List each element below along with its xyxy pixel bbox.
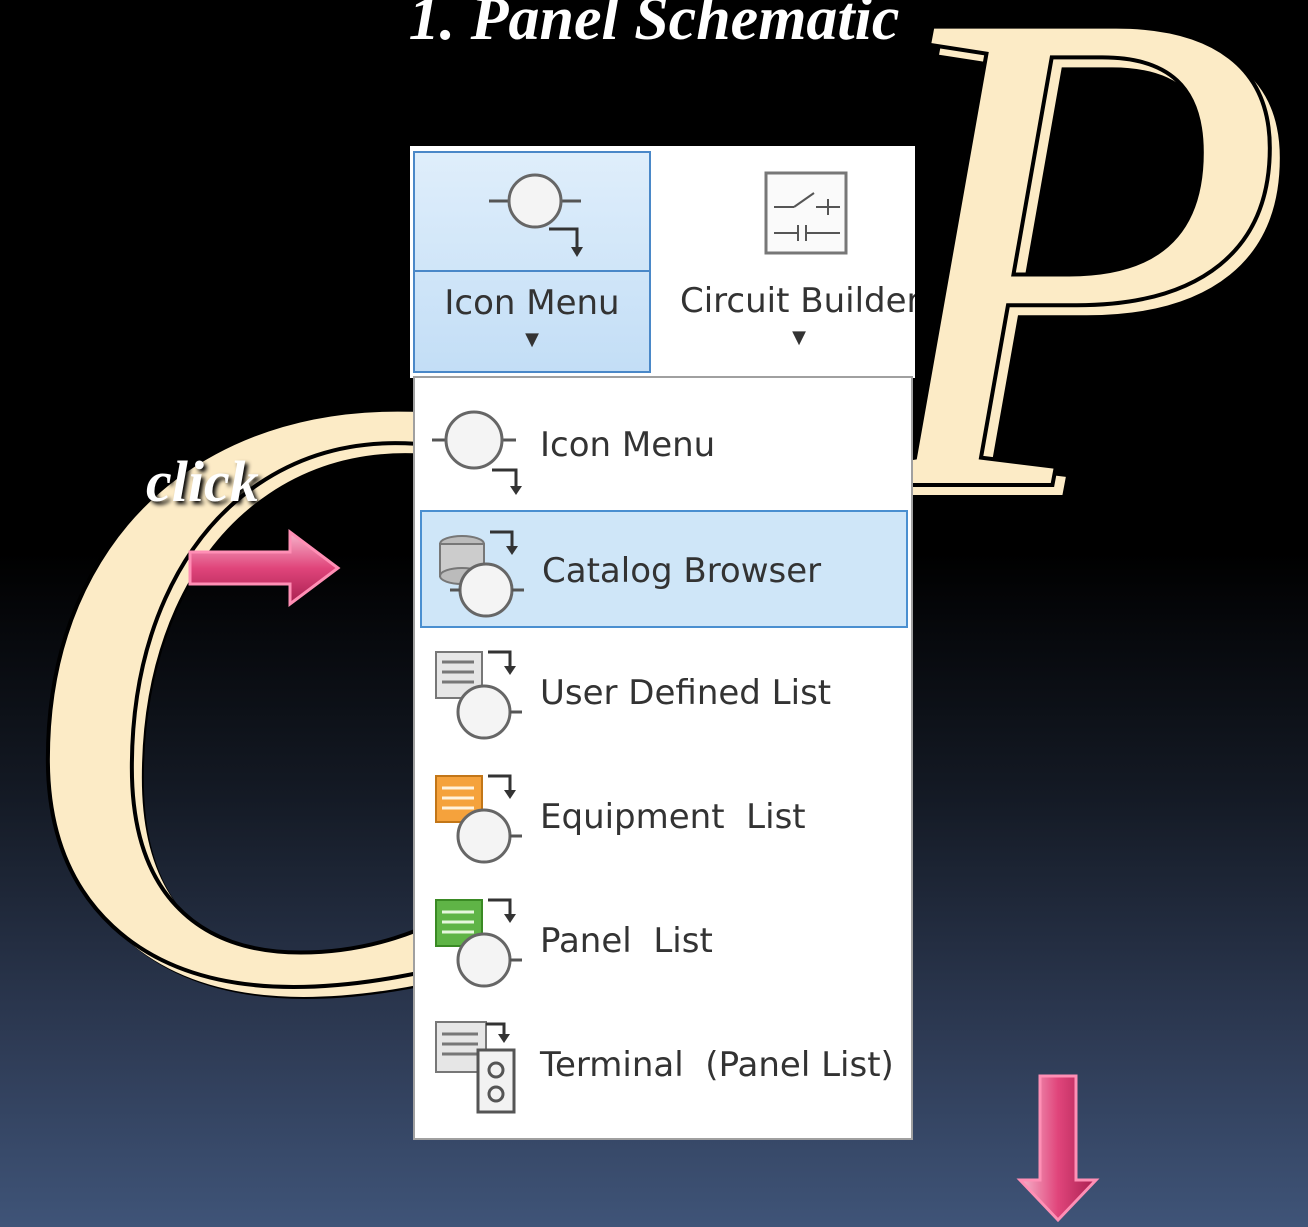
icon-menu-button[interactable]: Icon Menu ▼ xyxy=(413,151,651,373)
chevron-down-icon[interactable]: ▼ xyxy=(415,329,649,350)
menu-item-label: Catalog Browser xyxy=(542,551,822,591)
circuit-builder-icon xyxy=(764,171,848,255)
slide-title: 1. Panel Schematic xyxy=(408,0,900,53)
right-arrow-icon xyxy=(188,529,341,607)
equipment-list-icon xyxy=(435,774,522,864)
menu-item-label: Panel List xyxy=(540,921,713,961)
icon-menu-label: Icon Menu xyxy=(444,283,620,323)
click-label: click xyxy=(146,449,259,514)
icon-menu-icon xyxy=(432,410,522,495)
catalog-browser-icon xyxy=(439,530,524,618)
menu-item-equipment-list[interactable]: Equipment List xyxy=(420,758,908,876)
circuit-builder-label: Circuit Builder xyxy=(680,281,915,321)
icon-menu-dropdown: Icon Menu Catalog Browser User Defined L… xyxy=(413,376,913,1140)
menu-item-icon-menu[interactable]: Icon Menu xyxy=(420,386,908,504)
down-arrow-icon xyxy=(1016,1074,1100,1223)
panel-list-icon xyxy=(435,898,522,988)
circuit-builder-button[interactable]: Circuit Builder ▼ xyxy=(680,151,915,373)
menu-item-label: Terminal (Panel List) xyxy=(540,1045,894,1085)
icon-menu-icon xyxy=(489,173,583,257)
user-defined-list-icon xyxy=(435,650,522,740)
menu-item-user-defined-list[interactable]: User Defined List xyxy=(420,634,908,752)
menu-item-terminal-panel-list[interactable]: Terminal (Panel List) xyxy=(420,1006,908,1124)
terminal-panel-list-icon xyxy=(435,1021,516,1114)
decorative-letter-p: P xyxy=(858,0,1290,637)
chevron-down-icon[interactable]: ▼ xyxy=(680,327,915,348)
menu-item-label: Icon Menu xyxy=(540,425,716,465)
menu-item-label: User Defined List xyxy=(540,673,832,713)
menu-item-panel-list[interactable]: Panel List xyxy=(420,882,908,1000)
menu-item-catalog-browser[interactable]: Catalog Browser xyxy=(420,510,908,628)
menu-item-label: Equipment List xyxy=(540,797,806,837)
ribbon-panel: Icon Menu ▼ Circuit Builder ▼ xyxy=(410,146,915,378)
split-divider xyxy=(415,270,649,272)
